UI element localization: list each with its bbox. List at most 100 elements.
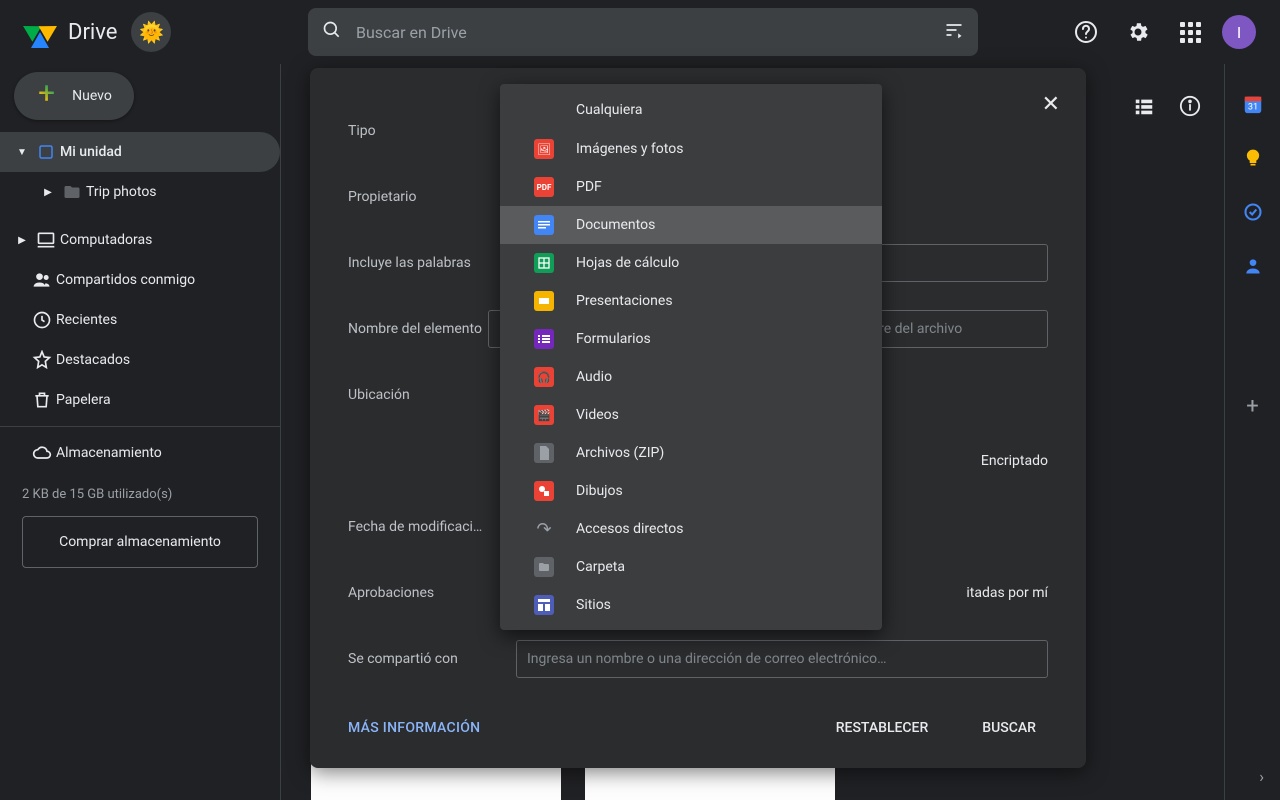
sidebar-item-label: Almacenamiento (56, 445, 162, 461)
close-icon[interactable]: ✕ (1042, 92, 1060, 117)
type-option-docs[interactable]: Documentos (500, 206, 882, 244)
filter-label-approvals: Aprobaciones (348, 585, 516, 601)
tasks-icon[interactable] (1241, 200, 1265, 224)
drive-logo[interactable] (20, 12, 60, 52)
type-option-label: PDF (576, 179, 602, 195)
type-option-label: Videos (576, 407, 619, 423)
more-info-link[interactable]: MÁS INFORMACIÓN (348, 720, 480, 736)
reset-button[interactable]: RESTABLECER (824, 712, 941, 744)
contacts-icon[interactable] (1241, 254, 1265, 278)
search-input[interactable] (356, 23, 944, 42)
type-option-label: Archivos (ZIP) (576, 445, 664, 461)
filter-label-date: Fecha de modificaci… (348, 519, 516, 535)
svg-text:31: 31 (1247, 103, 1257, 113)
chevron-right-icon: ▶ (12, 235, 32, 246)
star-icon (28, 350, 56, 370)
sidebar-item-computers[interactable]: ▶ Computadoras (0, 220, 280, 260)
add-addon-icon[interactable]: + (1246, 394, 1258, 419)
type-option-sites[interactable]: Sitios (500, 586, 882, 624)
sidebar-item-storage[interactable]: Almacenamiento (0, 433, 280, 473)
sidebar-item-my-drive[interactable]: ▼ Mi unidad (0, 132, 280, 172)
slides-icon (534, 291, 554, 311)
help-icon[interactable] (1066, 12, 1106, 52)
type-option-slides[interactable]: Presentaciones (500, 282, 882, 320)
type-option-video[interactable]: 🎬 Videos (500, 396, 882, 434)
storage-usage: 2 KB de 15 GB utilizado(s) (0, 473, 280, 502)
expand-rail-icon[interactable]: › (1259, 767, 1264, 786)
sidebar-item-shared[interactable]: Compartidos conmigo (0, 260, 280, 300)
type-option-forms[interactable]: Formularios (500, 320, 882, 358)
type-option-label: Sitios (576, 597, 611, 613)
filter-label-shared-with: Se compartió con (348, 651, 516, 667)
trash-icon (28, 390, 56, 410)
zip-icon (534, 443, 554, 463)
sidebar-item-recent[interactable]: Recientes (0, 300, 280, 340)
calendar-icon[interactable]: 31 (1241, 92, 1265, 116)
type-option-label: Imágenes y fotos (576, 141, 683, 157)
account-avatar[interactable]: I (1222, 15, 1256, 49)
sidebar-item-trip-photos[interactable]: ▶ Trip photos (0, 172, 280, 212)
sidebar-item-trash[interactable]: Papelera (0, 380, 280, 420)
approvals-option[interactable]: itadas por mí (966, 585, 1048, 601)
filter-label-words: Incluye las palabras (348, 255, 516, 271)
sheets-icon (534, 253, 554, 273)
shared-with-input[interactable] (516, 640, 1048, 678)
filter-label-owner: Propietario (348, 189, 516, 205)
new-button[interactable]: Nuevo (14, 72, 134, 120)
docs-icon (534, 215, 554, 235)
list-view-icon[interactable] (1130, 92, 1158, 120)
type-option-audio[interactable]: 🎧 Audio (500, 358, 882, 396)
type-option-label: Documentos (576, 217, 655, 233)
chevron-right-icon: ▶ (38, 187, 58, 198)
type-option-any[interactable]: Cualquiera (500, 90, 882, 130)
chevron-down-icon: ▼ (12, 147, 32, 158)
type-option-folder[interactable]: Carpeta (500, 548, 882, 586)
type-option-label: Accesos directos (576, 521, 683, 537)
plus-icon (36, 84, 60, 108)
people-icon (28, 270, 56, 290)
folder-icon (58, 183, 86, 201)
app-name: Drive (68, 20, 117, 45)
sidebar-item-label: Destacados (56, 352, 130, 368)
type-option-images[interactable]: 🖼 Imágenes y fotos (500, 130, 882, 168)
type-option-zip[interactable]: Archivos (ZIP) (500, 434, 882, 472)
apps-icon[interactable] (1170, 12, 1210, 52)
type-option-drawings[interactable]: Dibujos (500, 472, 882, 510)
sidebar-item-label: Papelera (56, 392, 111, 408)
sidebar: Nuevo ▼ Mi unidad ▶ Trip photos ▶ (0, 64, 280, 800)
type-option-label: Dibujos (576, 483, 623, 499)
info-icon[interactable] (1176, 92, 1204, 120)
buy-storage-button[interactable]: Comprar almacenamiento (22, 516, 258, 568)
settings-icon[interactable] (1118, 12, 1158, 52)
search-button[interactable]: BUSCAR (970, 712, 1048, 744)
type-option-sheets[interactable]: Hojas de cálculo (500, 244, 882, 282)
type-option-label: Presentaciones (576, 293, 673, 309)
type-option-label: Audio (576, 369, 612, 385)
drive-icon (32, 143, 60, 161)
image-icon: 🖼 (534, 139, 554, 159)
sidebar-item-starred[interactable]: Destacados (0, 340, 280, 380)
folder-icon (534, 557, 554, 577)
filter-label-item-name: Nombre del elemento (348, 321, 488, 337)
new-button-label: Nuevo (72, 88, 112, 104)
clock-icon (28, 310, 56, 330)
type-option-shortcuts[interactable]: ↷ Accesos directos (500, 510, 882, 548)
search-bar[interactable] (308, 8, 978, 56)
encrypted-option[interactable]: Encriptado (981, 453, 1048, 469)
shortcut-icon: ↷ (534, 519, 554, 539)
search-options-icon[interactable] (944, 20, 964, 45)
pdf-icon: PDF (534, 177, 554, 197)
cloud-icon (28, 443, 56, 463)
side-rail: 31 + › (1224, 64, 1280, 800)
sites-icon (534, 595, 554, 615)
keep-icon[interactable] (1241, 146, 1265, 170)
type-option-label: Carpeta (576, 559, 625, 575)
type-option-pdf[interactable]: PDF PDF (500, 168, 882, 206)
search-icon (322, 20, 342, 45)
theme-badge[interactable]: 🌞 (131, 12, 171, 52)
type-option-label: Cualquiera (576, 102, 642, 118)
sidebar-item-label: Computadoras (60, 232, 152, 248)
sidebar-item-label: Compartidos conmigo (56, 272, 195, 288)
audio-icon: 🎧 (534, 367, 554, 387)
type-option-label: Hojas de cálculo (576, 255, 679, 271)
